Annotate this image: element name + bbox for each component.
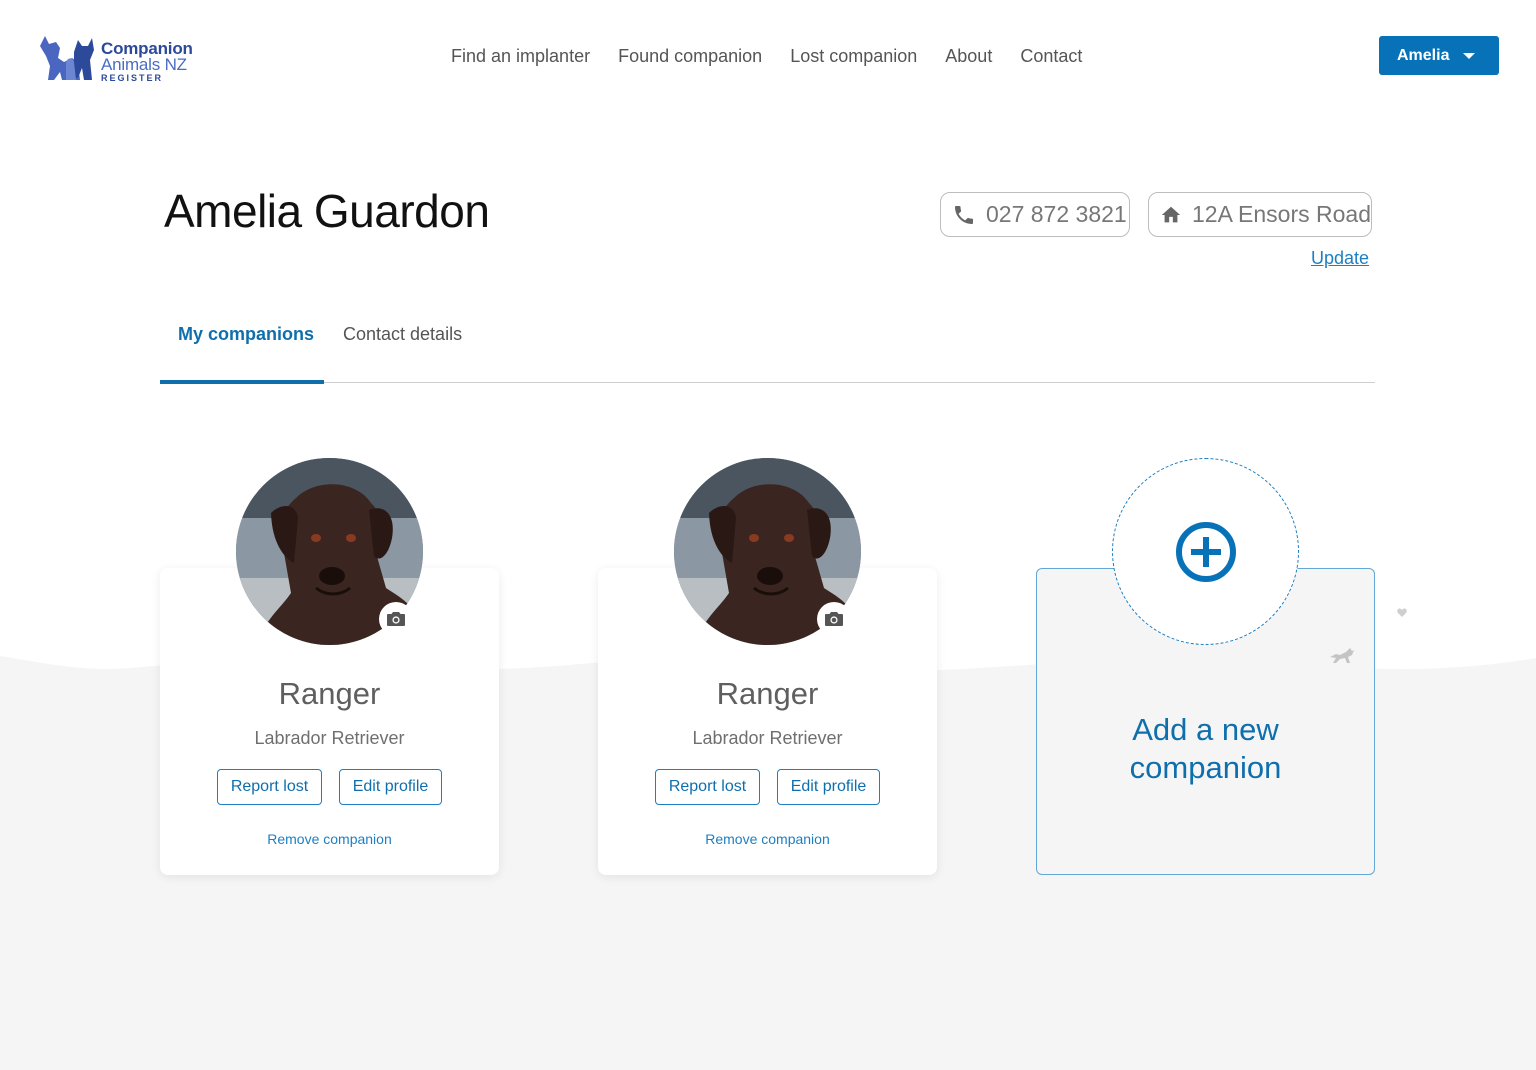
add-companion-label: Add a new companion (1037, 711, 1374, 787)
plus-circle-icon (1175, 521, 1236, 582)
phone-pill: 027 872 3821 (940, 192, 1130, 237)
home-icon (1161, 206, 1181, 222)
camera-icon[interactable] (817, 602, 851, 636)
companion-breed: Labrador Retriever (692, 728, 843, 748)
nav-contact[interactable]: Contact (1020, 44, 1082, 68)
companion-breed: Labrador Retriever (254, 728, 405, 748)
report-lost-button[interactable]: Report lost (655, 769, 760, 805)
phone-number: 027 872 3821 (986, 201, 1127, 227)
tab-bar: My companions Contact details (160, 312, 1375, 384)
logo-animals-icon (40, 36, 94, 80)
main-nav: Find an implanter Found companion Lost c… (451, 44, 1110, 68)
camera-icon[interactable] (379, 602, 413, 636)
logo[interactable]: Companion Animals NZ REGISTER (36, 30, 206, 86)
companion-name: Ranger (278, 676, 381, 711)
running-animal-icon (1330, 648, 1354, 663)
tab-contact-details[interactable]: Contact details (343, 324, 462, 345)
caret-down-icon (1463, 53, 1475, 59)
logo-text: Companion Animals NZ REGISTER (101, 40, 193, 83)
user-menu-button[interactable]: Amelia (1379, 36, 1499, 75)
add-companion-circle[interactable] (1112, 458, 1299, 645)
update-contact-link[interactable]: Update (1311, 248, 1369, 269)
nav-find-implanter[interactable]: Find an implanter (451, 44, 590, 68)
remove-companion-link[interactable]: Remove companion (598, 831, 937, 847)
logo-line-2: Animals NZ (101, 55, 187, 74)
nav-lost-companion[interactable]: Lost companion (790, 44, 917, 68)
address-pill: 12A Ensors Road (1148, 192, 1372, 237)
page-title: Amelia Guardon (164, 185, 490, 237)
add-companion-label-line-1: Add a new (1132, 712, 1279, 747)
user-menu-label: Amelia (1397, 46, 1450, 64)
phone-icon (955, 205, 973, 224)
address-text: 12A Ensors Road (1191, 201, 1371, 227)
edit-profile-button[interactable]: Edit profile (777, 769, 880, 805)
nav-found-companion[interactable]: Found companion (618, 44, 762, 68)
tab-my-companions[interactable]: My companions (178, 324, 314, 345)
active-tab-indicator (160, 380, 324, 384)
heart-icon (1397, 608, 1407, 617)
logo-line-3: REGISTER (101, 73, 164, 83)
companion-name: Ranger (716, 676, 819, 711)
nav-about[interactable]: About (945, 44, 992, 68)
remove-companion-link[interactable]: Remove companion (160, 831, 499, 847)
report-lost-button[interactable]: Report lost (217, 769, 322, 805)
edit-profile-button[interactable]: Edit profile (339, 769, 442, 805)
add-companion-label-line-2: companion (1129, 750, 1282, 785)
